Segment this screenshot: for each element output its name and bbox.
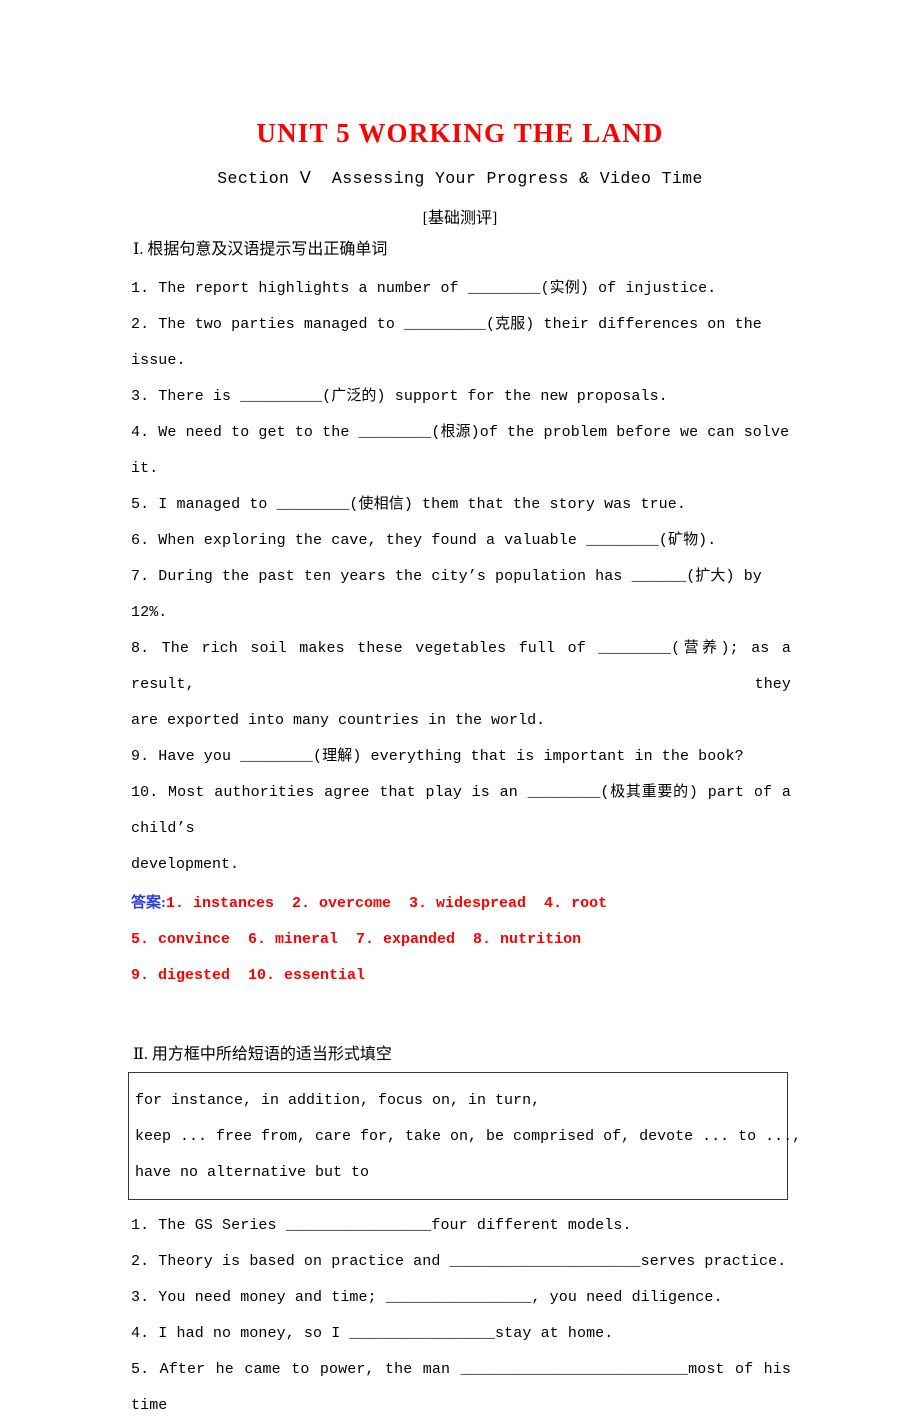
question-item: 3. There is _________(广泛的) support for t… <box>131 388 668 406</box>
phrase-bank-box: for instance, in addition, focus on, in … <box>128 1072 802 1201</box>
document-body: Ⅰ. 根据句意及汉语提示写出正确单词 1. The report highlig… <box>128 240 802 1424</box>
question-item: 5. After he came to power, the man _____… <box>131 1361 791 1415</box>
question-item: 1. The GS Series ________________four di… <box>131 1217 632 1235</box>
question-item: 8. The rich soil makes these vegetables … <box>131 640 791 694</box>
question-item: 7. During the past ten years the city’s … <box>131 568 772 622</box>
part-2-questions: 1. The GS Series ________________four di… <box>131 1208 791 1424</box>
question-item: 1. The report highlights a number of ___… <box>131 280 717 298</box>
question-item: 4. We need to get to the ________(根源)of … <box>131 424 799 478</box>
question-item: 5. I managed to ________(使相信) them that … <box>131 496 686 514</box>
question-item: 2. Theory is based on practice and _____… <box>131 1253 787 1271</box>
question-continuation: are exported into many countries in the … <box>131 712 546 730</box>
phrase-bank-line: for instance, in addition, focus on, in … <box>135 1092 541 1110</box>
answer-line: 9. digested 10. essential <box>131 967 366 985</box>
phrase-bank-line: keep ... free from, care for, take on, b… <box>135 1128 802 1146</box>
answer-key-part-1: 答案:1. instances 2. overcome 3. widesprea… <box>131 885 791 994</box>
answer-line: 答案:1. instances 2. overcome 3. widesprea… <box>131 885 791 922</box>
question-item: 4. I had no money, so I ________________… <box>131 1325 614 1343</box>
question-item: 10. Most authorities agree that play is … <box>131 784 791 838</box>
answer-text: 1. instances 2. overcome 3. widespread 4… <box>166 895 608 913</box>
section-subtitle: Section Ⅴ Assessing Your Progress & Vide… <box>217 169 703 188</box>
page-title: UNIT 5 WORKING THE LAND <box>256 118 664 148</box>
question-continuation: development. <box>131 856 240 874</box>
worksheet-page: UNIT 5 WORKING THE LAND Section Ⅴ Assess… <box>0 0 920 1414</box>
question-item: 3. You need money and time; ____________… <box>131 1289 723 1307</box>
part-2-heading: Ⅱ. 用方框中所给短语的适当形式填空 <box>133 1046 392 1064</box>
question-item: 6. When exploring the cave, they found a… <box>131 532 717 550</box>
phrase-bank-line: have no alternative but to <box>135 1164 370 1182</box>
question-item: 2. The two parties managed to _________(… <box>131 316 772 370</box>
answer-label: 答案: <box>131 895 166 912</box>
answer-line: 5. convince 6. mineral 7. expanded 8. nu… <box>131 931 582 949</box>
question-item: 9. Have you ________(理解) everything that… <box>131 748 744 766</box>
part-1-heading: Ⅰ. 根据句意及汉语提示写出正确单词 <box>133 241 388 258</box>
assessment-label: [基础测评] <box>422 210 498 227</box>
